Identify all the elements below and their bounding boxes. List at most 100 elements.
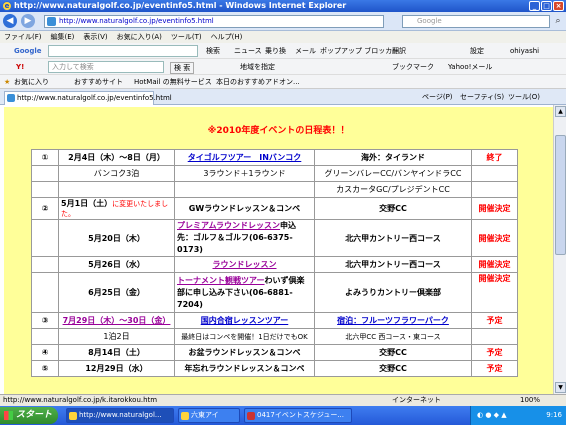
scroll-down-icon[interactable]: ▼ (555, 382, 566, 393)
event-place: 海外：タイランド (314, 149, 472, 166)
taskbar-item-folder[interactable]: 六東アイ (178, 408, 240, 423)
favorites-item-suggested[interactable]: おすすめサイト (74, 77, 123, 87)
event-number: ⑤ (31, 360, 59, 377)
minimize-button[interactable]: _ (529, 1, 540, 11)
start-button[interactable]: スタート (0, 407, 58, 424)
favorites-item-hotmail[interactable]: HotMail の無料サービス (134, 77, 212, 87)
google-mail-button[interactable]: メール (295, 46, 316, 56)
bookmark-button[interactable]: ブックマーク (392, 62, 434, 72)
google-search-input[interactable] (48, 45, 198, 57)
forward-button[interactable]: ▶ (21, 14, 35, 28)
safety-menu[interactable]: セーフティ(S) (460, 92, 504, 102)
document-icon (247, 412, 255, 420)
event-date: 8月14日（土） (58, 344, 175, 361)
taskbar: スタート http://www.naturalgol... 六東アイ 0417イ… (0, 406, 566, 425)
event-place: 北六甲カントリー西コース (314, 256, 472, 273)
premium-lesson-link[interactable]: プレミアムラウンドレッスン (177, 221, 280, 230)
tab-bar: http://www.naturalgolf.co.jp/eventinfo5.… (0, 89, 566, 105)
yahoo-search-input[interactable]: 入力して検索 (48, 61, 164, 73)
thai-golf-tour-link[interactable]: タイゴルフツアー INバンコク (188, 153, 302, 162)
yahoo-search-button[interactable]: 検 索 (170, 62, 195, 74)
back-button[interactable]: ◀ (3, 14, 17, 28)
table-row: バンコク3泊 3ラウンド＋1ラウンド グリーンバレーCC/バンヤインドラCC (31, 165, 518, 182)
event-date: 5月1日（土） (61, 199, 113, 208)
yahoo-toolbar: Y! 入力して検索 検 索 地域を指定 ブックマーク Yahoo!メール (0, 59, 566, 75)
tab-current[interactable]: http://www.naturalgolf.co.jp/eventinfo5.… (4, 91, 172, 105)
menu-favorites[interactable]: お気に入り(A) (117, 31, 162, 43)
google-toolbar: Google 検索 ニュース 乗り換 メール ポップアップ ブロッカー 翻訳 設… (0, 43, 566, 59)
window-controls: _ □ × (529, 1, 564, 11)
event-status (471, 328, 518, 345)
event-status: 終了 (471, 149, 518, 166)
table-row: ② 5月1日（土）に変更いたしました。 GWラウンドレッスン＆コンペ 交野CC … (31, 197, 518, 220)
table-row: 5月26日（水） ラウンドレッスン 北六甲カントリー西コース 開催決定 (31, 256, 518, 273)
table-row: カスカータGC/プレジデントCC (31, 181, 518, 198)
event-date: 5月20日（木） (58, 219, 175, 257)
menu-edit[interactable]: 編集(E) (51, 31, 75, 43)
google-transit-button[interactable]: 乗り換 (265, 46, 286, 56)
event-name (174, 181, 315, 198)
user-name[interactable]: ohiyashi (510, 46, 539, 56)
yahoo-logo: Y! (16, 63, 25, 71)
settings-button[interactable]: 設定 (470, 46, 484, 56)
taskbar-item-ie[interactable]: http://www.naturalgol... (66, 408, 174, 423)
favorites-bar: ★ お気に入り おすすめサイト HotMail の無料サービス 本日のおすすめア… (0, 75, 566, 89)
camp-date-link[interactable]: 7月29日（木）〜30日（金） (63, 316, 171, 325)
event-date: 12月29日（水） (58, 360, 175, 377)
menu-file[interactable]: ファイル(F) (4, 31, 42, 43)
popup-blocker-button[interactable]: ポップアップ ブロッカー (320, 46, 399, 56)
event-name: 年忘れラウンドレッスン＆コンペ (174, 360, 315, 377)
event-table-1: ① 2月4日（木）〜8日（月） タイゴルフツアー INバンコク 海外：タイランド… (31, 149, 518, 273)
address-toolbar: ◀ ▶ http://www.naturalgolf.co.jp/eventin… (0, 12, 566, 31)
region-button[interactable]: 地域を指定 (240, 62, 275, 72)
scroll-up-icon[interactable]: ▲ (555, 106, 566, 117)
maximize-button[interactable]: □ (541, 1, 552, 11)
close-button[interactable]: × (553, 1, 564, 11)
translate-button[interactable]: 翻訳 (392, 46, 406, 56)
ie-app-icon (69, 412, 77, 420)
event-place: カスカータGC/プレジデントCC (314, 181, 472, 198)
zoom-level[interactable]: 100% (520, 395, 540, 406)
event-name: GWラウンドレッスン＆コンペ (174, 197, 315, 220)
event-place: 交野CC (314, 197, 472, 220)
menu-help[interactable]: ヘルプ(H) (211, 31, 243, 43)
window-titlebar: e http://www.naturalgolf.co.jp/eventinfo… (0, 0, 566, 12)
table-row: ④ 8月14日（土） お盆ラウンドレッスン＆コンペ 交野CC 予定 (31, 344, 518, 361)
search-icon[interactable]: ⌕ (552, 15, 564, 28)
round-lesson-link[interactable]: ラウンドレッスン (213, 260, 277, 269)
clock[interactable]: 9:16 (546, 406, 562, 425)
menu-tools[interactable]: ツール(T) (171, 31, 202, 43)
windows-flag-icon (4, 411, 13, 420)
fruit-flower-park-link[interactable]: 宿泊：フルーツフラワーパーク (337, 316, 449, 325)
vertical-scrollbar[interactable]: ▲ ▼ (553, 105, 566, 394)
yahoo-mail-button[interactable]: Yahoo!メール (448, 62, 492, 72)
taskbar-item-document[interactable]: 0417イベントスケジュー... (244, 408, 352, 423)
address-field[interactable]: http://www.naturalgolf.co.jp/eventinfo5.… (44, 15, 384, 28)
taskbar-item-label: 六東アイ (191, 411, 219, 419)
event-number (31, 181, 59, 198)
status-text: http://www.naturalgolf.co.jp/k.itarokkou… (3, 396, 158, 404)
folder-icon (181, 412, 189, 420)
tray-icons[interactable]: ◐ ● ◆ ▲ (477, 411, 507, 419)
favorites-button[interactable]: お気に入り (14, 77, 49, 87)
tools-menu[interactable]: ツール(O) (508, 92, 540, 102)
event-place: 北六甲CC 西コース・東コース (314, 328, 472, 345)
event-date: 5月26日（水） (58, 256, 175, 273)
table-row: ③ 7月29日（木）〜30日（金） 国内合宿レッスンツアー 宿泊：フルーツフラワ… (31, 312, 518, 329)
table-row: ① 2月4日（木）〜8日（月） タイゴルフツアー INバンコク 海外：タイランド… (31, 149, 518, 166)
tournament-tour-link[interactable]: トーナメント観戦ツアー (177, 276, 265, 285)
event-name: 3ラウンド＋1ラウンド (174, 165, 315, 182)
page-menu[interactable]: ページ(P) (422, 92, 453, 102)
camp-lesson-tour-link[interactable]: 国内合宿レッスンツアー (201, 316, 289, 325)
google-news-button[interactable]: ニュース (234, 46, 262, 56)
event-number: ③ (31, 312, 59, 329)
google-search-button[interactable]: 検索 (206, 46, 220, 56)
event-status: 開催決定 (471, 272, 518, 313)
favorites-item-addons[interactable]: 本日のおすすめアドオン... (216, 77, 300, 87)
system-tray: ◐ ● ◆ ▲ 9:16 (470, 406, 566, 425)
search-field[interactable]: Google (402, 15, 550, 28)
table-row: 6月25日（金） トーナメント観戦ツアーわいず倶楽部に申し込み下さい(06-68… (31, 272, 518, 313)
event-number (31, 219, 59, 257)
scroll-thumb[interactable] (555, 135, 566, 255)
menu-view[interactable]: 表示(V) (83, 31, 107, 43)
